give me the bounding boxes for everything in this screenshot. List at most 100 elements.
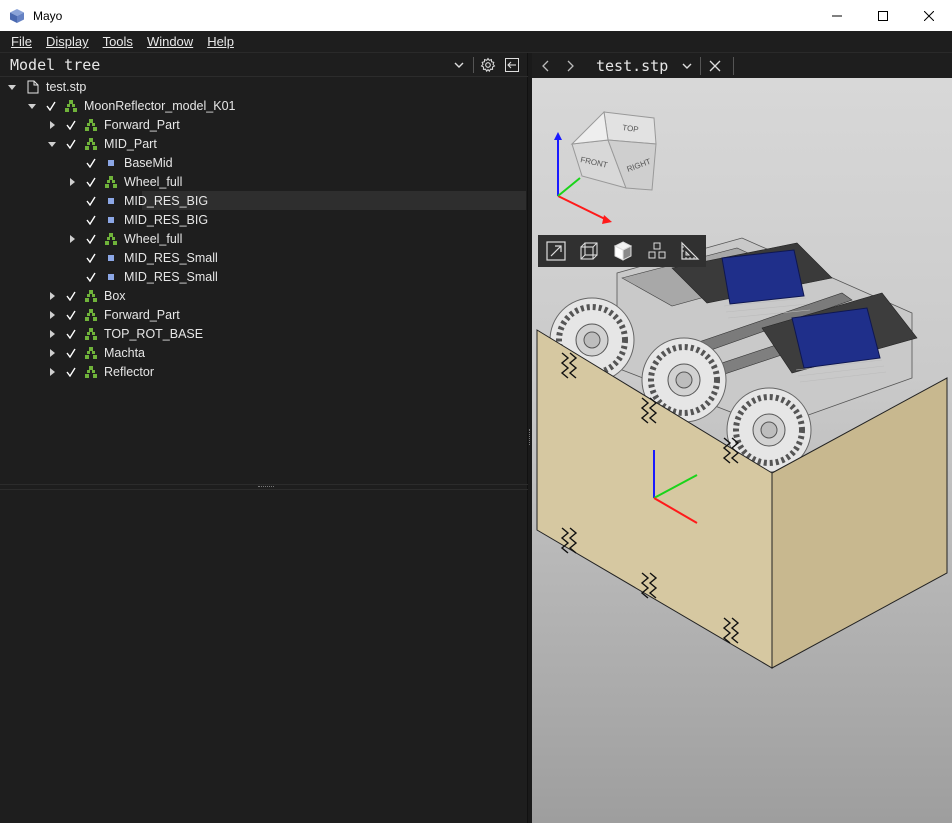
- visibility-checkbox[interactable]: [84, 191, 98, 210]
- arrow-left-box-icon: [505, 58, 519, 72]
- visibility-checkbox[interactable]: [64, 362, 78, 381]
- tree-item-label: MID_RES_Small: [124, 269, 218, 284]
- visibility-checkbox[interactable]: [84, 267, 98, 286]
- assembly-icon: [64, 96, 78, 115]
- caret-right-icon[interactable]: [46, 286, 58, 305]
- assembly-icon: [104, 229, 118, 248]
- shaded-icon: [613, 241, 633, 261]
- part-icon: [104, 210, 118, 229]
- assembly-icon: [84, 324, 98, 343]
- fit-all-button[interactable]: [540, 236, 572, 266]
- document-dropdown[interactable]: [680, 54, 694, 78]
- tree-item[interactable]: MID_RES_Small: [0, 267, 528, 286]
- visibility-checkbox[interactable]: [44, 96, 58, 115]
- visibility-checkbox[interactable]: [64, 134, 78, 153]
- caret-down-icon[interactable]: [46, 134, 58, 153]
- menu-window[interactable]: Window: [140, 34, 200, 49]
- assembly-icon: [84, 343, 98, 362]
- measure-icon: [681, 241, 700, 260]
- caret-right-icon[interactable]: [46, 324, 58, 343]
- visibility-checkbox[interactable]: [64, 115, 78, 134]
- caret-down-icon[interactable]: [6, 77, 18, 96]
- chevron-down-icon: [454, 62, 464, 68]
- tree-item[interactable]: Machta: [0, 343, 528, 362]
- measure-button[interactable]: [674, 236, 706, 266]
- visibility-checkbox[interactable]: [64, 324, 78, 343]
- visibility-checkbox[interactable]: [64, 305, 78, 324]
- caret-right-icon[interactable]: [46, 115, 58, 134]
- part-icon: [104, 153, 118, 172]
- close-document-button[interactable]: [703, 54, 727, 78]
- part-icon: [104, 248, 118, 267]
- tree-item[interactable]: MID_RES_Small: [0, 248, 528, 267]
- next-document-button[interactable]: [558, 54, 582, 78]
- panel-splitter-horizontal[interactable]: [0, 484, 528, 490]
- visibility-checkbox[interactable]: [84, 153, 98, 172]
- tree-item-label: TOP_ROT_BASE: [104, 326, 204, 341]
- shaded-button[interactable]: [607, 236, 639, 266]
- visibility-checkbox[interactable]: [84, 229, 98, 248]
- part-icon: [104, 267, 118, 286]
- menu-bar: File Display Tools Window Help: [0, 31, 952, 53]
- menu-display[interactable]: Display: [39, 34, 96, 49]
- assembly-icon: [84, 286, 98, 305]
- explode-button[interactable]: [641, 236, 673, 266]
- tree-item-label: MID_RES_BIG: [124, 212, 209, 227]
- assembly-icon: [104, 172, 118, 191]
- close-button[interactable]: [906, 0, 952, 31]
- caret-right-icon[interactable]: [46, 343, 58, 362]
- visibility-checkbox[interactable]: [84, 172, 98, 191]
- wireframe-icon: [580, 242, 598, 260]
- file-icon: [26, 77, 40, 96]
- panel-select-dropdown[interactable]: [449, 55, 469, 75]
- visibility-checkbox[interactable]: [84, 210, 98, 229]
- tree-item[interactable]: TOP_ROT_BASE: [0, 324, 528, 343]
- menu-help[interactable]: Help: [200, 34, 241, 49]
- previous-document-button[interactable]: [534, 54, 558, 78]
- tree-item[interactable]: Box: [0, 286, 528, 305]
- minimize-icon: [832, 15, 842, 16]
- document-name[interactable]: test.stp: [596, 57, 668, 75]
- visibility-checkbox[interactable]: [84, 248, 98, 267]
- tree-item[interactable]: test.stp: [0, 77, 528, 96]
- visibility-checkbox[interactable]: [64, 286, 78, 305]
- document-panel: test.stp TOP FRONT RIGHT: [532, 53, 952, 823]
- tree-item[interactable]: MID_Part: [0, 134, 528, 153]
- tree-item-label: Wheel_full: [124, 231, 183, 246]
- tree-item-label: Wheel_full: [124, 174, 183, 189]
- tree-item[interactable]: Forward_Part: [0, 305, 528, 324]
- view-toolbar: [538, 235, 706, 267]
- menu-tools[interactable]: Tools: [96, 34, 140, 49]
- close-icon: [709, 60, 721, 71]
- caret-right-icon[interactable]: [66, 229, 78, 248]
- visibility-checkbox[interactable]: [64, 343, 78, 362]
- wireframe-button[interactable]: [574, 236, 606, 266]
- view-cube[interactable]: TOP FRONT RIGHT: [566, 102, 676, 212]
- minimize-button[interactable]: [814, 0, 860, 31]
- caret-down-icon[interactable]: [26, 96, 38, 115]
- tree-item-label: Reflector: [104, 364, 155, 379]
- caret-right-icon[interactable]: [66, 172, 78, 191]
- settings-button[interactable]: [478, 55, 498, 75]
- tree-item[interactable]: Reflector: [0, 362, 528, 381]
- collapse-panel-button[interactable]: [502, 55, 522, 75]
- mayo-app-icon: [10, 8, 24, 23]
- menu-file[interactable]: File: [4, 34, 39, 49]
- model-tree: test.stp MoonReflector_model_K01 Forward_P…: [0, 77, 528, 381]
- tree-item[interactable]: Wheel_full: [0, 229, 528, 248]
- solar-panel: [721, 249, 805, 305]
- chevron-down-icon: [682, 63, 692, 69]
- maximize-button[interactable]: [860, 0, 906, 31]
- tree-item[interactable]: MoonReflector_model_K01: [0, 96, 528, 115]
- close-icon: [924, 10, 934, 21]
- tree-item[interactable]: Forward_Part: [0, 115, 528, 134]
- tree-item[interactable]: MID_RES_BIG: [0, 191, 528, 210]
- tree-item[interactable]: MID_RES_BIG: [0, 210, 528, 229]
- caret-right-icon[interactable]: [46, 362, 58, 381]
- tree-item-label: MoonReflector_model_K01: [84, 98, 236, 113]
- 3d-viewport[interactable]: TOP FRONT RIGHT: [532, 78, 952, 823]
- chevron-right-icon: [567, 60, 574, 71]
- tree-item[interactable]: BaseMid: [0, 153, 528, 172]
- tree-item[interactable]: Wheel_full: [0, 172, 528, 191]
- caret-right-icon[interactable]: [46, 305, 58, 324]
